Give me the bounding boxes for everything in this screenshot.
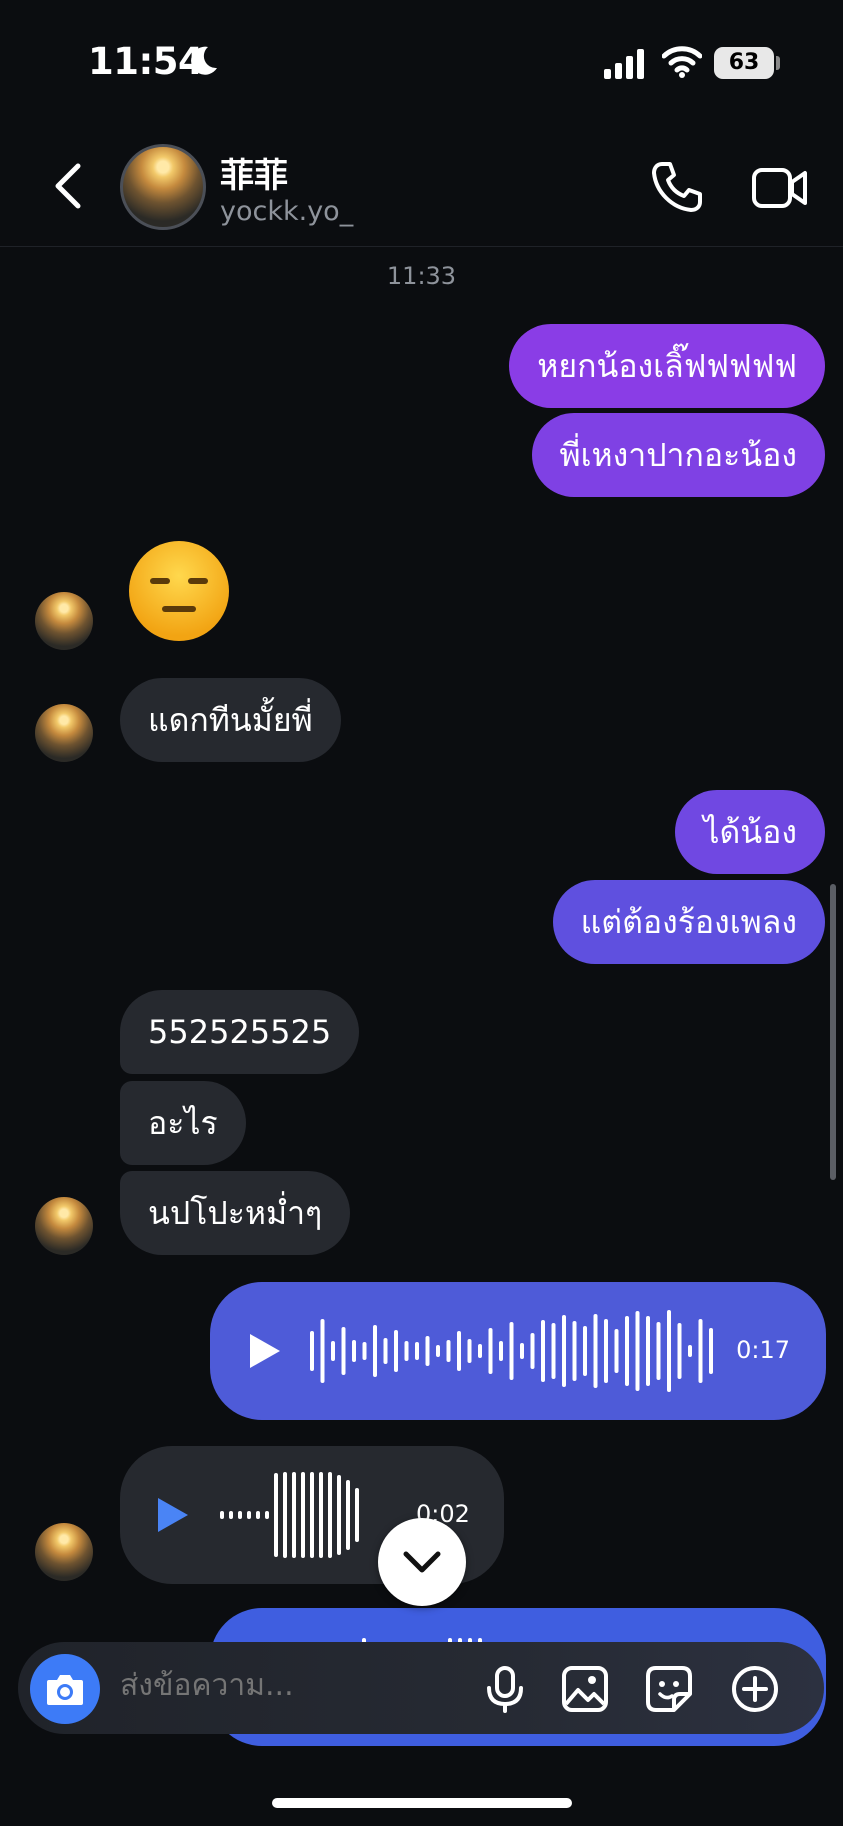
waveform-bar [614,1329,619,1373]
outgoing-message[interactable]: แต่ต้องร้องเพลง [552,880,825,964]
scroll-to-bottom-button[interactable] [378,1518,466,1606]
waveform-bar [593,1314,598,1388]
video-call-icon[interactable] [752,164,808,212]
waveform-bar [656,1322,661,1380]
waveform-bar [688,1345,692,1357]
home-indicator [272,1798,572,1808]
battery-indicator: 63 [714,47,774,79]
waveform-bar [551,1323,556,1379]
waveform-bar [346,1480,350,1550]
waveform-bar [355,1488,359,1542]
waveform-bar [530,1333,535,1369]
waveform-bar [238,1511,242,1519]
contact-avatar[interactable] [35,592,93,650]
waveform-bar [446,1340,451,1362]
waveform-bar [301,1472,305,1558]
waveform-bar [362,1342,367,1360]
outgoing-message[interactable]: ได้น้อง [675,790,825,874]
header-divider [0,246,843,247]
moon-icon [191,46,217,75]
outgoing-message[interactable]: หยกน้องเลิ๊ฟฟฟฟฟ [509,324,825,408]
waveform-bar [457,1331,461,1371]
waveform-bar [425,1336,430,1366]
play-icon[interactable] [156,1496,190,1534]
incoming-message[interactable]: อะไร [120,1081,246,1165]
waveform-bar [436,1345,440,1357]
waveform-bar [572,1321,577,1381]
waveform-bar [635,1311,640,1391]
waveform-bar [625,1316,629,1386]
waveform-bar [373,1325,377,1377]
sticker-icon[interactable] [644,1664,694,1714]
chevron-down-icon [403,1551,441,1573]
waveform-bar [265,1511,269,1519]
scrollbar[interactable] [830,884,836,1180]
contact-avatar[interactable] [35,1197,93,1255]
camera-button[interactable] [30,1654,100,1724]
waveform-bar [256,1511,260,1519]
plus-circle-icon[interactable] [730,1664,780,1714]
incoming-message[interactable]: นปโปะหม่ำๆ [120,1171,351,1255]
waveform-bar [337,1475,341,1555]
waveform-bar [320,1319,325,1383]
outgoing-voice-message[interactable]: 0:17 [210,1282,826,1420]
waveform-bar [583,1326,587,1376]
waveform-bar [520,1343,524,1359]
contact-name[interactable]: 菲菲 [220,148,288,197]
waveform-bar [283,1472,287,1558]
waveform-bar [646,1316,650,1386]
expressionless-face-emoji[interactable] [128,540,230,642]
message-timestamp: 11:33 [386,262,457,290]
waveform-bar [404,1341,409,1361]
waveform-bar [292,1472,296,1558]
play-icon[interactable] [248,1332,282,1370]
waveform-bar [488,1328,493,1374]
waveform-bar [328,1472,332,1558]
gallery-icon[interactable] [560,1664,610,1714]
waveform-bar [499,1341,503,1361]
waveform-bar [352,1340,356,1362]
waveform-bar [229,1511,233,1519]
waveform-bar [383,1338,388,1364]
waveform-bar [677,1323,682,1379]
waveform-bar [310,1472,314,1558]
waveform-bar [341,1327,346,1375]
voice-duration: 0:17 [736,1336,790,1364]
incoming-message[interactable]: แดกทีนมั้ยพี่ [120,678,341,762]
back-arrow-icon[interactable] [48,160,88,212]
battery-cap [776,56,780,70]
waveform-bar [478,1344,482,1358]
incoming-message[interactable]: 552525525 [120,990,360,1074]
outgoing-message[interactable]: พี่เหงาปากอะน้อง [531,413,825,497]
waveform-bar [698,1319,703,1383]
waveform-bar [415,1342,419,1360]
waveform-bar [310,1331,314,1371]
waveform-bar [247,1511,251,1519]
waveform-bar [331,1341,335,1361]
microphone-icon[interactable] [480,1664,530,1714]
header-avatar[interactable] [120,144,206,230]
contact-username[interactable]: yockk.yo_ [220,196,353,227]
waveform-bar [541,1320,545,1382]
waveform-bar [667,1310,671,1392]
phone-call-icon[interactable] [650,160,704,214]
waveform-bar [274,1473,278,1557]
waveform-bar [604,1319,608,1383]
waveform-bar [319,1472,323,1558]
waveform-bar [467,1339,472,1363]
voice-waveform[interactable] [220,1470,400,1560]
signal-icon [604,49,644,79]
waveform-bar [562,1315,566,1387]
waveform-bar [220,1511,224,1519]
contact-avatar[interactable] [35,1523,93,1581]
waveform-bar [509,1322,514,1380]
contact-avatar[interactable] [35,704,93,762]
message-input[interactable] [120,1668,460,1703]
camera-icon [47,1675,83,1705]
waveform-bar [394,1330,398,1372]
wifi-icon [662,46,702,78]
waveform-bar [709,1328,713,1374]
